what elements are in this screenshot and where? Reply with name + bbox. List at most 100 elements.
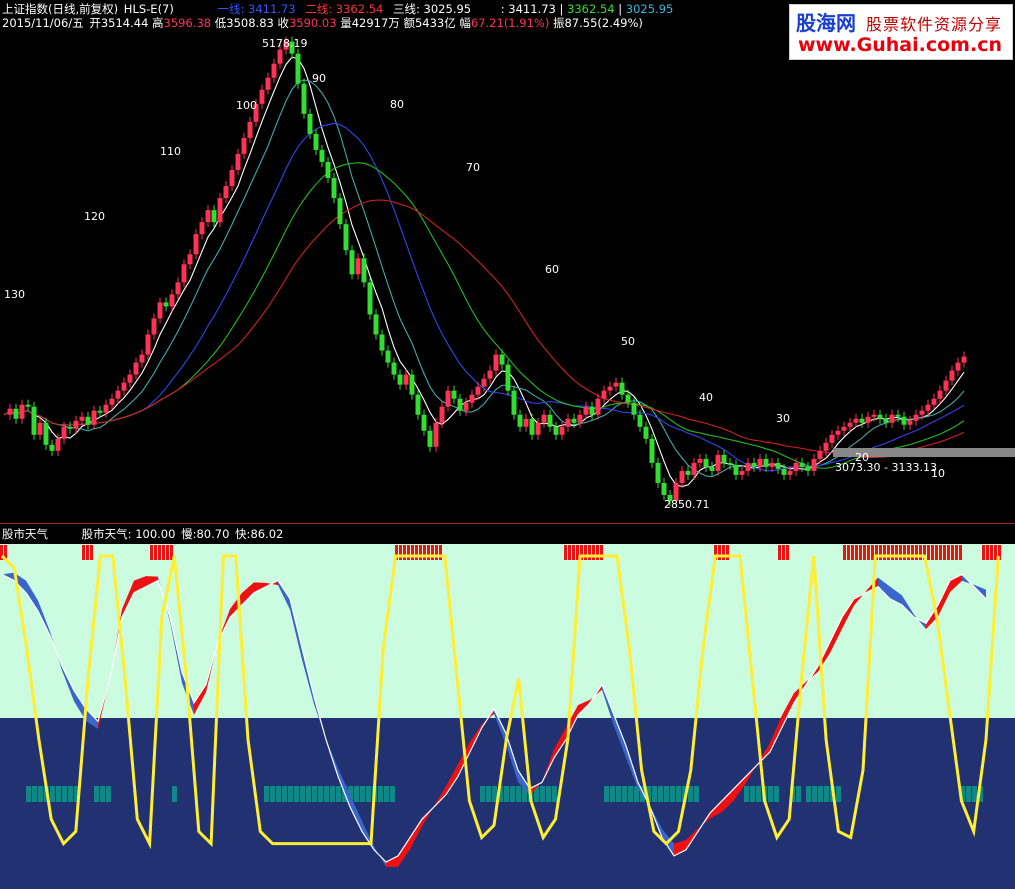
bottom-marker: [294, 786, 299, 802]
ma-line: [3, 79, 965, 478]
bottom-marker: [768, 786, 773, 802]
candle-body: [445, 390, 451, 407]
bottom-marker: [94, 786, 99, 802]
candle-body: [157, 302, 163, 319]
top-marker: [990, 545, 993, 560]
candle-body: [529, 418, 535, 435]
top-marker: [939, 545, 942, 560]
candle-body: [109, 398, 115, 405]
candle-body: [427, 430, 433, 447]
candle-body: [301, 83, 307, 114]
bottom-marker: [56, 786, 61, 802]
candle-body: [571, 418, 577, 423]
fast-label: 快:: [235, 527, 251, 541]
candle-body: [775, 462, 781, 469]
bottom-marker: [750, 786, 755, 802]
price-chart[interactable]: 5178.19 2850.71 3073.30 - 3133.13 130 120 110…: [0, 30, 1015, 522]
candle-body: [397, 374, 403, 385]
line-label: 90: [312, 72, 326, 85]
line-c-label: 三线:: [393, 2, 420, 16]
candle-body: [661, 482, 667, 495]
candle-body: [331, 178, 337, 199]
candle-body: [457, 398, 463, 411]
top-marker: [895, 545, 898, 560]
candle-body: [511, 390, 517, 415]
line-label: 80: [390, 98, 404, 111]
candle-body: [805, 466, 811, 471]
chg-value: 67.21(1.91%): [470, 16, 550, 30]
top-marker: [158, 545, 161, 560]
candle-body: [541, 414, 547, 423]
top-marker: [986, 545, 989, 560]
top-marker: [911, 545, 914, 560]
candle-body: [889, 414, 895, 423]
candle-body: [145, 334, 151, 355]
weather-indicator-chart[interactable]: [0, 544, 1015, 889]
bottom-marker: [172, 786, 177, 802]
candle-body: [655, 462, 661, 483]
line-label: 40: [699, 391, 713, 404]
candle-body: [439, 406, 445, 423]
right-b-value: 3362.54: [567, 2, 615, 16]
ma-line: [3, 122, 965, 472]
candle-body: [715, 454, 721, 471]
candle-body: [811, 458, 817, 471]
candle-body: [313, 133, 319, 150]
candle-body: [229, 169, 235, 187]
bottom-marker: [318, 786, 323, 802]
candle-body: [733, 464, 739, 475]
candle-body: [481, 378, 487, 387]
candle-body: [853, 418, 859, 423]
candle-body: [463, 402, 469, 411]
candle-body: [295, 53, 301, 84]
candle-body: [211, 210, 217, 223]
candle-body: [517, 414, 523, 427]
candle-body: [205, 210, 211, 223]
candle-body: [817, 450, 823, 459]
line-label: 110: [160, 145, 181, 158]
indicator-name: HLS-E(7): [123, 2, 174, 16]
candle-body: [181, 264, 187, 283]
bottom-marker: [330, 786, 335, 802]
bottom-marker: [366, 786, 371, 802]
fast-value: 86.02: [250, 527, 284, 541]
line-label: 130: [4, 288, 25, 301]
bottom-marker: [486, 786, 491, 802]
candle-body: [895, 414, 901, 417]
bottom-marker: [622, 786, 627, 802]
top-marker: [927, 545, 930, 560]
top-marker: [415, 545, 418, 560]
right-sep-1: |: [559, 2, 568, 16]
bottom-marker: [818, 786, 823, 802]
candle-body: [433, 422, 439, 447]
candle-body: [709, 466, 715, 471]
line-label: 60: [545, 263, 559, 276]
top-marker: [162, 545, 165, 560]
right-sep-2: |: [618, 2, 626, 16]
candle-body: [631, 402, 637, 415]
bottom-marker: [38, 786, 43, 802]
panel-divider: [0, 523, 1015, 524]
top-marker: [782, 545, 785, 560]
top-marker: [871, 545, 874, 560]
candle-body: [583, 406, 589, 415]
line-label: 120: [84, 210, 105, 223]
candle-body: [679, 470, 685, 483]
bottom-marker: [664, 786, 669, 802]
candle-body: [499, 354, 505, 365]
bottom-marker: [756, 786, 761, 802]
candle-body: [751, 462, 757, 467]
candle-body: [175, 282, 181, 295]
candle-body: [535, 422, 541, 435]
candle-body: [589, 406, 595, 415]
candle-body: [601, 390, 607, 399]
candle-body: [31, 406, 37, 435]
bottom-marker: [360, 786, 365, 802]
amp-value: 87.55(2.49%): [564, 16, 643, 30]
line-label: 10: [931, 467, 945, 480]
candle-body: [955, 362, 961, 371]
top-marker: [899, 545, 902, 560]
candle-body: [241, 137, 247, 154]
top-marker: [399, 545, 402, 560]
bottom-marker: [610, 786, 615, 802]
